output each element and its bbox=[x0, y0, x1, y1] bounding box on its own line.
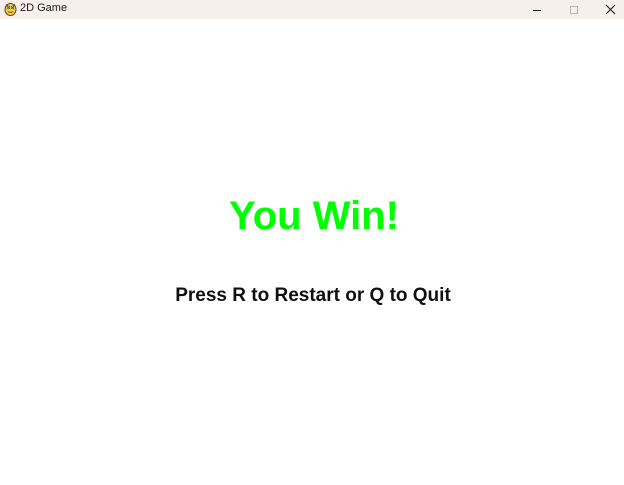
window-title: 2D Game bbox=[20, 2, 68, 14]
maximize-button[interactable] bbox=[555, 0, 593, 19]
minimize-icon bbox=[533, 9, 541, 11]
title-bar[interactable]: 2D Game bbox=[0, 0, 624, 19]
minimize-button[interactable] bbox=[518, 0, 556, 19]
pygame-snake-icon bbox=[4, 2, 17, 16]
close-button[interactable] bbox=[591, 0, 624, 19]
close-icon bbox=[605, 4, 615, 15]
game-canvas[interactable]: You Win! Press R to Restart or Q to Quit bbox=[0, 19, 624, 485]
instruction-text: Press R to Restart or Q to Quit bbox=[175, 285, 451, 306]
game-window: 2D Game You Win! Press R to Restart or Q… bbox=[0, 0, 624, 485]
maximize-icon bbox=[570, 5, 578, 14]
result-text: You Win! bbox=[229, 194, 399, 238]
